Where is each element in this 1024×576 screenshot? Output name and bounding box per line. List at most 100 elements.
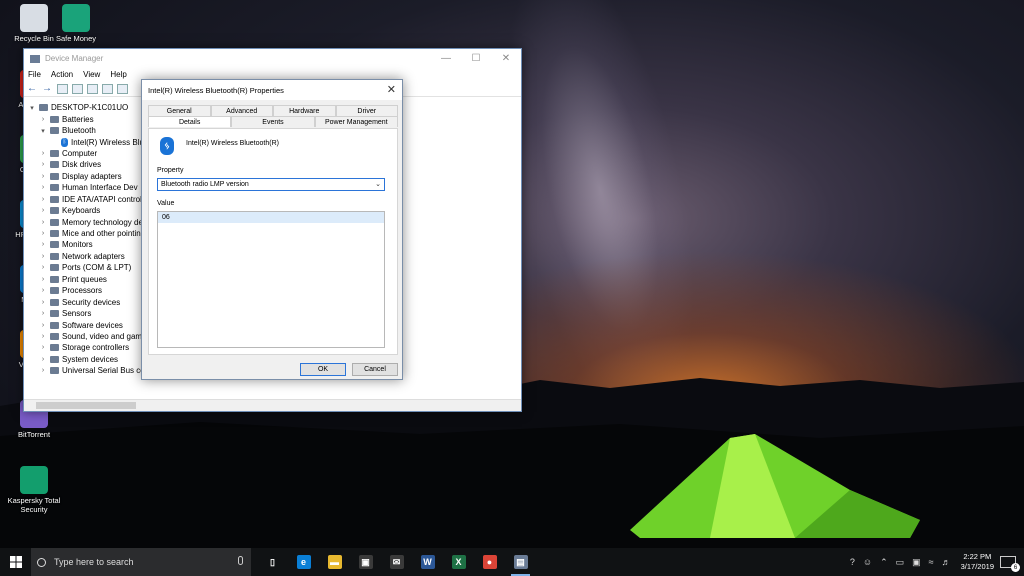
menu-action[interactable]: Action [51, 70, 73, 79]
tree-item[interactable]: › Ports (COM & LPT) [28, 262, 148, 273]
desktop-icon[interactable]: Safe Money [46, 4, 106, 43]
help-icon[interactable] [87, 83, 98, 94]
desktop-icon[interactable]: Kaspersky Total Security [4, 466, 64, 514]
tree-item[interactable]: › Universal Serial Bus co [28, 365, 148, 376]
microphone-icon[interactable] [238, 556, 243, 565]
expand-chevron-icon[interactable]: › [39, 230, 47, 237]
tree-item[interactable]: › Computer [28, 148, 148, 159]
properties-icon[interactable] [72, 83, 83, 94]
value-row[interactable]: 06 [158, 212, 384, 223]
taskbar-app[interactable]: ✉ [381, 548, 412, 576]
tab-general[interactable]: General [148, 105, 211, 116]
horizontal-scrollbar[interactable] [24, 399, 521, 411]
tab-hardware[interactable]: Hardware [273, 105, 336, 116]
taskbar-app[interactable]: ▣ [350, 548, 381, 576]
tree-item[interactable]: ▾ DESKTOP-K1C01UO [28, 102, 148, 113]
tree-item[interactable]: › Sensors [28, 308, 148, 319]
expand-chevron-icon[interactable]: › [39, 356, 47, 363]
taskbar-app[interactable]: W [412, 548, 443, 576]
expand-chevron-icon[interactable]: › [39, 276, 47, 283]
tree-item[interactable]: › Display adapters [28, 171, 148, 182]
expand-chevron-icon[interactable]: › [39, 241, 47, 248]
tree-item[interactable]: › Disk drives [28, 159, 148, 170]
property-dropdown[interactable]: Bluetooth radio LMP version ⌄ [157, 178, 385, 191]
tree-item[interactable]: › Software devices [28, 319, 148, 330]
expand-chevron-icon[interactable]: › [39, 322, 47, 329]
tree-item[interactable]: › Batteries [28, 113, 148, 124]
scan-hardware-icon[interactable] [117, 83, 128, 94]
clock[interactable]: 2:22 PM 3/17/2019 [961, 552, 994, 572]
tree-item[interactable]: › Memory technology de [28, 216, 148, 227]
taskbar-app[interactable]: e [288, 548, 319, 576]
tab-details[interactable]: Details [148, 116, 232, 127]
display-icon[interactable]: ▣ [912, 557, 921, 568]
back-arrow-icon[interactable]: ← [27, 83, 38, 94]
tree-item[interactable]: › Human Interface Dev [28, 182, 148, 193]
expand-chevron-icon[interactable]: › [39, 196, 47, 203]
forward-arrow-icon[interactable]: → [42, 83, 53, 94]
expand-chevron-icon[interactable]: › [39, 161, 47, 168]
ok-button[interactable]: OK [300, 363, 346, 376]
menu-help[interactable]: Help [110, 70, 126, 79]
show-hide-tree-icon[interactable] [57, 83, 68, 94]
tree-item[interactable]: › Keyboards [28, 205, 148, 216]
expand-chevron-icon[interactable]: › [39, 116, 47, 123]
minimize-button[interactable]: — [431, 49, 461, 68]
taskbar-app[interactable]: ▤ [505, 548, 536, 576]
tab-power-management[interactable]: Power Management [314, 116, 398, 127]
expand-chevron-icon[interactable]: › [39, 287, 47, 294]
tab-advanced[interactable]: Advanced [210, 105, 273, 116]
taskbar-search[interactable]: Type here to search [31, 548, 251, 576]
tree-item[interactable]: › Processors [28, 285, 148, 296]
expand-chevron-icon[interactable]: ▾ [39, 127, 47, 135]
expand-chevron-icon[interactable]: › [39, 333, 47, 340]
expand-chevron-icon[interactable]: › [39, 207, 47, 214]
scrollbar-thumb[interactable] [36, 402, 136, 409]
value-list[interactable]: 06 [157, 211, 385, 348]
expand-chevron-icon[interactable]: › [39, 184, 47, 191]
battery-icon[interactable]: ▭ [896, 557, 905, 568]
wifi-icon[interactable]: ≈ [929, 557, 934, 567]
update-driver-icon[interactable] [102, 83, 113, 94]
tree-item[interactable]: › System devices [28, 354, 148, 365]
people-icon[interactable]: ☺ [863, 557, 872, 567]
taskbar-app[interactable]: ▬ [319, 548, 350, 576]
tree-item[interactable]: › Mice and other pointin [28, 228, 148, 239]
taskbar-app[interactable]: ● [474, 548, 505, 576]
expand-chevron-icon[interactable]: › [39, 344, 47, 351]
tree-item[interactable]: › IDE ATA/ATAPI controll [28, 194, 148, 205]
start-button[interactable] [0, 548, 31, 576]
tree-item[interactable]: › Monitors [28, 239, 148, 250]
expand-chevron-icon[interactable]: › [39, 150, 47, 157]
show-hidden-icons-chevron[interactable]: ⌃ [880, 557, 888, 568]
taskbar-app[interactable]: X [443, 548, 474, 576]
expand-chevron-icon[interactable]: › [39, 253, 47, 260]
volume-icon[interactable]: ♬ [942, 557, 951, 567]
action-center-icon[interactable]: 6 [1000, 556, 1020, 572]
expand-chevron-icon[interactable]: › [39, 299, 47, 306]
tab-driver[interactable]: Driver [335, 105, 398, 116]
tree-item[interactable]: ᛒ Intel(R) Wireless Blu [28, 136, 148, 147]
close-button[interactable]: ✕ [491, 49, 521, 68]
properties-titlebar[interactable]: Intel(R) Wireless Bluetooth(R) Propertie… [142, 80, 402, 100]
taskbar-app[interactable]: ▯ [257, 548, 288, 576]
tree-item[interactable]: › Network adapters [28, 251, 148, 262]
tree-item[interactable]: ▾ Bluetooth [28, 125, 148, 136]
expand-chevron-icon[interactable]: ▾ [28, 104, 36, 112]
expand-chevron-icon[interactable]: › [39, 310, 47, 317]
expand-chevron-icon[interactable]: › [39, 219, 47, 226]
tree-item[interactable]: › Security devices [28, 296, 148, 307]
tab-events[interactable]: Events [231, 116, 315, 127]
tree-item[interactable]: › Sound, video and gam [28, 331, 148, 342]
cancel-button[interactable]: Cancel [352, 363, 398, 376]
expand-chevron-icon[interactable]: › [39, 173, 47, 180]
expand-chevron-icon[interactable]: › [39, 264, 47, 271]
help-tray-icon[interactable]: ? [850, 557, 855, 567]
close-icon[interactable]: ✕ [387, 83, 396, 96]
maximize-button[interactable]: ☐ [461, 49, 491, 68]
expand-chevron-icon[interactable]: › [39, 367, 47, 374]
tree-item[interactable]: › Print queues [28, 274, 148, 285]
menu-view[interactable]: View [83, 70, 100, 79]
properties-dialog[interactable]: Intel(R) Wireless Bluetooth(R) Propertie… [141, 79, 403, 380]
tree-item[interactable]: › Storage controllers [28, 342, 148, 353]
